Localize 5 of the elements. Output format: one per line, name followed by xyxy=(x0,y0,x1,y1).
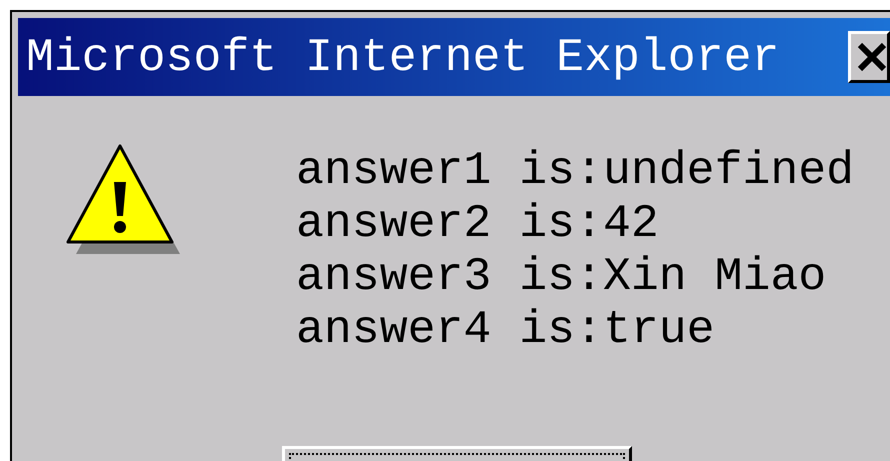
message-line: answer2 is:42 xyxy=(296,197,660,250)
message-line: answer3 is:Xin Miao xyxy=(296,250,828,303)
message-line: answer1 is:undefined xyxy=(296,144,854,197)
window-title: Microsoft Internet Explorer xyxy=(26,30,780,84)
message-line: answer4 is:true xyxy=(296,303,716,356)
